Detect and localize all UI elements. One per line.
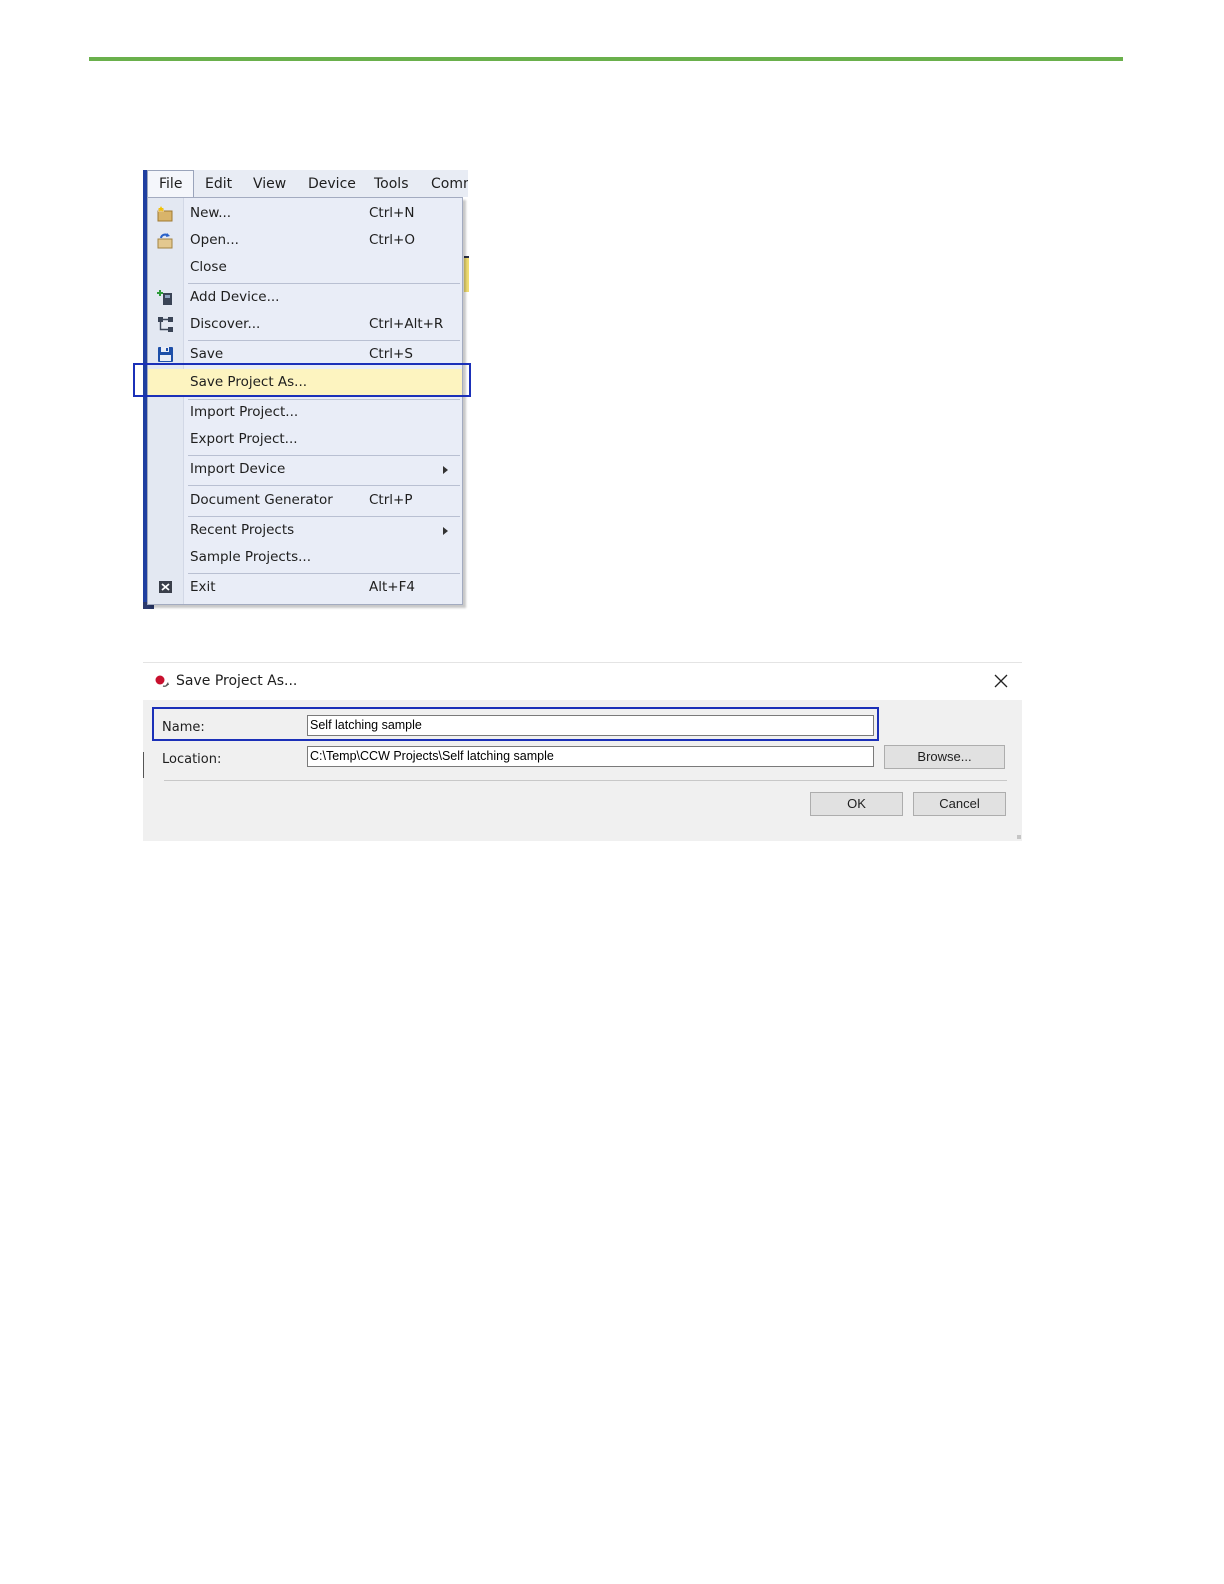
dialog-title-bar: Save Project As... <box>143 663 1022 700</box>
callout-name-field <box>152 707 879 741</box>
save-project-as-dialog: Save Project As... Name: Self latching s… <box>143 662 1022 841</box>
menu-item-discover[interactable]: Discover... Ctrl+Alt+R <box>148 312 462 338</box>
menu-item-exit[interactable]: Exit Alt+F4 <box>148 575 462 601</box>
menu-item-document-generator[interactable]: Document Generator Ctrl+P <box>148 488 462 514</box>
menu-view[interactable]: View <box>253 170 286 197</box>
background-window-highlight <box>464 258 469 292</box>
submenu-arrow-icon <box>443 527 448 535</box>
open-folder-icon <box>157 232 174 249</box>
menu-item-close[interactable]: Close <box>148 255 462 281</box>
discover-icon <box>157 316 174 333</box>
file-dropdown-menu: New... Ctrl+N Open... Ctrl+O Close Add D… <box>147 197 463 605</box>
close-icon[interactable] <box>992 672 1010 690</box>
menu-separator <box>188 455 460 456</box>
menu-item-import-project[interactable]: Import Project... <box>148 400 462 426</box>
ok-button[interactable]: OK <box>810 792 903 816</box>
app-logo-icon <box>154 674 172 690</box>
exit-icon <box>157 579 174 596</box>
resize-grip-icon[interactable] <box>1017 835 1021 839</box>
menu-separator <box>188 516 460 517</box>
menu-device[interactable]: Device <box>308 170 356 197</box>
submenu-arrow-icon <box>443 466 448 474</box>
location-input[interactable]: C:\Temp\CCW Projects\Self latching sampl… <box>307 746 874 767</box>
menu-item-recent-projects[interactable]: Recent Projects <box>148 518 462 544</box>
header-rule <box>89 57 1123 61</box>
menu-separator <box>188 573 460 574</box>
browse-button[interactable]: Browse... <box>884 745 1005 769</box>
save-icon <box>157 346 174 363</box>
menu-separator <box>188 283 460 284</box>
add-device-icon <box>157 289 174 306</box>
menu-item-export-project[interactable]: Export Project... <box>148 427 462 453</box>
menu-separator <box>188 485 460 486</box>
menu-item-add-device[interactable]: Add Device... <box>148 285 462 311</box>
location-label: Location: <box>162 752 222 767</box>
dialog-left-edge <box>143 752 144 778</box>
menu-file[interactable]: File <box>147 170 195 197</box>
menu-item-open[interactable]: Open... Ctrl+O <box>148 228 462 254</box>
menu-separator <box>188 340 460 341</box>
menu-communications[interactable]: Comm <box>431 170 468 197</box>
menu-bar: File Edit View Device Tools Comm <box>147 170 468 197</box>
menu-item-import-device[interactable]: Import Device <box>148 457 462 483</box>
cancel-button[interactable]: Cancel <box>913 792 1006 816</box>
menu-item-new[interactable]: New... Ctrl+N <box>148 201 462 227</box>
menu-edit[interactable]: Edit <box>205 170 232 197</box>
new-project-icon <box>157 205 174 222</box>
dialog-title: Save Project As... <box>176 673 298 689</box>
callout-save-project-as <box>133 363 471 397</box>
menu-tools[interactable]: Tools <box>374 170 409 197</box>
menu-item-sample-projects[interactable]: Sample Projects... <box>148 545 462 571</box>
dialog-separator <box>164 780 1007 781</box>
